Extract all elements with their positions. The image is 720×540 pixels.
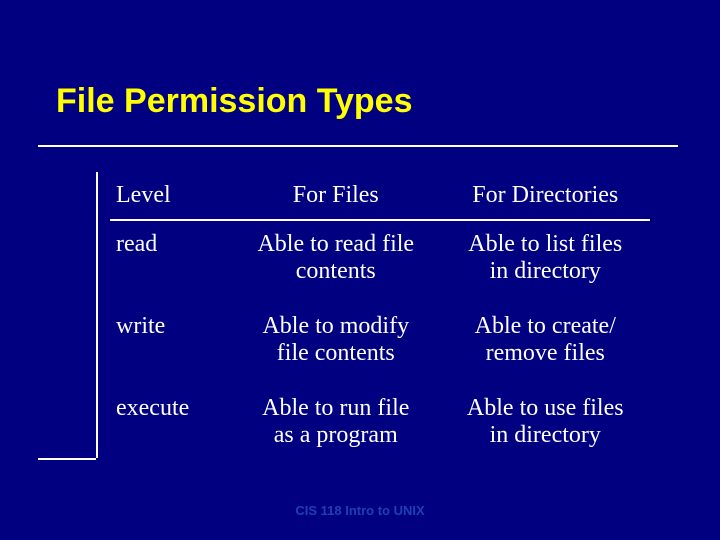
cell-dirs: Able to use files in directory (441, 385, 651, 467)
slide-footer: CIS 118 Intro to UNIX (0, 503, 720, 518)
cell-level: write (110, 303, 231, 385)
cell-line: Able to list files (468, 231, 622, 257)
content-area: Level For Files For Directories read Abl… (110, 172, 650, 467)
cell-files: Able to run file as a program (231, 385, 440, 467)
permissions-table: Level For Files For Directories read Abl… (110, 172, 650, 467)
cell-files: Able to read file contents (231, 220, 440, 303)
cell-line: Able to read file (257, 231, 414, 257)
cell-dirs: Able to create/ remove files (441, 303, 651, 385)
title-underline (38, 145, 678, 147)
cell-line: file contents (277, 340, 395, 366)
table-corner-rule (38, 458, 96, 460)
slide-title: File Permission Types (56, 82, 413, 121)
cell-line: remove files (486, 340, 605, 366)
cell-line: in directory (490, 422, 601, 448)
cell-line: Able to create/ (475, 313, 616, 339)
header-files: For Files (231, 172, 440, 220)
cell-level: execute (110, 385, 231, 467)
table-header-row: Level For Files For Directories (110, 172, 650, 220)
cell-line: in directory (490, 258, 601, 284)
cell-line: as a program (274, 422, 398, 448)
cell-line: Able to modify (262, 313, 409, 339)
cell-line: Able to run file (262, 395, 409, 421)
table-row: execute Able to run file as a program Ab… (110, 385, 650, 467)
slide: File Permission Types Level For Files Fo… (0, 0, 720, 540)
table-row: write Able to modify file contents Able … (110, 303, 650, 385)
cell-dirs: Able to list files in directory (441, 220, 651, 303)
header-level: Level (110, 172, 231, 220)
table-row: read Able to read file contents Able to … (110, 220, 650, 303)
table-left-rule (96, 172, 98, 458)
cell-line: contents (296, 258, 376, 284)
cell-line: Able to use files (467, 395, 624, 421)
cell-level: read (110, 220, 231, 303)
header-dirs: For Directories (441, 172, 651, 220)
cell-files: Able to modify file contents (231, 303, 440, 385)
